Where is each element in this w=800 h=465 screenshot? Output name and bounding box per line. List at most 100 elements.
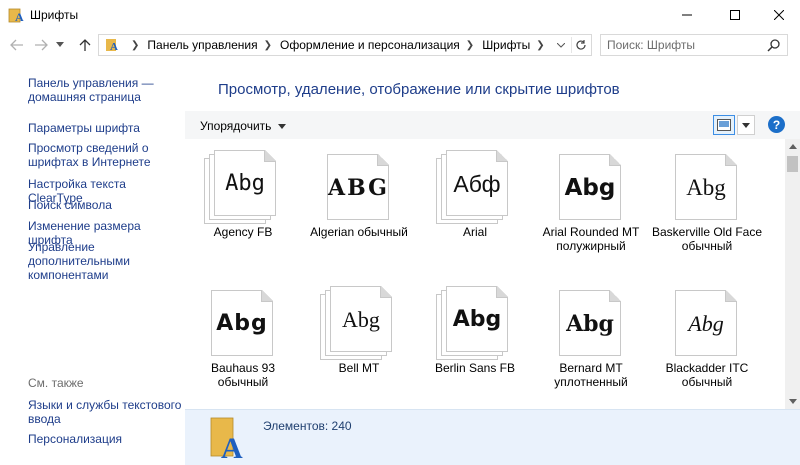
- address-dropdown-button[interactable]: [553, 37, 569, 53]
- font-item[interactable]: Abg Agency FB: [185, 139, 301, 279]
- recent-locations-button[interactable]: [54, 36, 66, 54]
- page-fold: [496, 286, 508, 298]
- forward-button[interactable]: [32, 36, 50, 54]
- fonts-folder-icon: A: [105, 38, 119, 53]
- items-count: Элементов: 240: [263, 419, 352, 433]
- page-fold: [380, 286, 392, 298]
- content-pane: Просмотр, удаление, отображение или скры…: [185, 59, 800, 465]
- page-fold: [261, 290, 273, 302]
- font-item[interactable]: Abg Bernard MT уплотненный: [533, 275, 649, 409]
- page-sheet: Abg: [675, 154, 737, 220]
- page-fold: [377, 154, 389, 166]
- page-fold: [264, 150, 276, 162]
- font-item[interactable]: Абф Arial: [417, 139, 533, 279]
- change-view-button[interactable]: [713, 115, 735, 135]
- font-file-icon: ABG: [320, 150, 396, 226]
- chevron-right-icon[interactable]: ❯: [466, 40, 474, 51]
- details-pane: A Элементов: 240: [185, 409, 800, 465]
- font-file-icon: Abg: [320, 286, 396, 362]
- page-fold: [609, 290, 621, 302]
- page-sheet: Abg: [214, 150, 276, 216]
- font-name: Bauhaus 93 обычный: [210, 361, 276, 389]
- font-file-icon: Abg: [552, 150, 628, 226]
- search-icon[interactable]: [767, 38, 781, 52]
- see-also-heading: См. также: [28, 376, 84, 390]
- font-item[interactable]: Abg Bell MT: [301, 275, 417, 409]
- control-panel-home-link[interactable]: Панель управления — домашняя страница: [28, 76, 183, 104]
- fonts-folder-icon: A: [8, 7, 24, 24]
- page-fold: [609, 154, 621, 166]
- font-name: Baskerville Old Face обычный: [651, 225, 763, 253]
- svg-text:A: A: [110, 41, 118, 52]
- font-name: Bell MT: [338, 361, 380, 375]
- page-sheet: Abg: [446, 286, 508, 352]
- breadcrumb-fonts[interactable]: Шрифты: [482, 38, 530, 52]
- font-item[interactable]: Abg Berlin Sans FB: [417, 275, 533, 409]
- font-item[interactable]: ABG Algerian обычный: [301, 139, 417, 279]
- svg-text:A: A: [15, 10, 24, 23]
- font-item[interactable]: Abg Blackadder ITC обычный: [649, 275, 765, 409]
- font-sample: Abg: [216, 311, 268, 336]
- close-button[interactable]: [756, 0, 800, 30]
- font-name: Arial Rounded MT полужирный: [542, 225, 640, 253]
- search-box[interactable]: [600, 34, 788, 56]
- scroll-down-arrow[interactable]: [785, 394, 800, 409]
- font-settings-link[interactable]: Параметры шрифта: [28, 121, 183, 135]
- find-character-link[interactable]: Поиск символа: [28, 198, 183, 212]
- font-item[interactable]: Abg Bauhaus 93 обычный: [185, 275, 301, 409]
- organize-button[interactable]: Упорядочить: [200, 119, 287, 133]
- personalization-link[interactable]: Персонализация: [28, 432, 183, 446]
- font-sample: Abg: [225, 171, 265, 196]
- font-file-icon: Abg: [668, 150, 744, 226]
- fonts-grid: Abg Agency FB ABG Algerian обычный Абф Arial A…: [185, 139, 785, 409]
- font-sample: Абф: [453, 171, 501, 197]
- chevron-right-icon[interactable]: ❯: [536, 40, 544, 51]
- page-sheet: Abg: [211, 290, 273, 356]
- page-fold: [725, 290, 737, 302]
- svg-text:A: A: [221, 432, 243, 460]
- scroll-thumb[interactable]: [787, 156, 798, 172]
- font-name: Berlin Sans FB: [434, 361, 516, 375]
- font-item[interactable]: Abg Arial Rounded MT полужирный: [533, 139, 649, 279]
- font-sample: Abg: [342, 307, 380, 332]
- font-name: Blackadder ITC обычный: [665, 361, 749, 389]
- font-name: Bernard MT уплотненный: [554, 361, 628, 389]
- window-title: Шрифты: [30, 8, 79, 22]
- organize-label: Упорядочить: [200, 119, 272, 133]
- font-sample: Abg: [566, 311, 614, 337]
- tasks-pane: Панель управления — домашняя страница Па…: [0, 59, 185, 465]
- breadcrumb-appearance[interactable]: Оформление и персонализация: [280, 38, 460, 52]
- search-input[interactable]: [607, 37, 757, 53]
- font-info-online-link[interactable]: Просмотр сведений о шрифтах в Интернете: [28, 141, 183, 169]
- manage-optional-features-link[interactable]: Управление дополнительными компонентами: [28, 240, 183, 282]
- view-options-button[interactable]: [737, 115, 755, 135]
- font-sample: Abg: [564, 175, 616, 201]
- font-file-icon: Abg: [668, 286, 744, 362]
- scroll-up-arrow[interactable]: [785, 139, 800, 154]
- minimize-button[interactable]: [664, 0, 710, 30]
- chevron-right-icon[interactable]: ❯: [264, 40, 272, 51]
- fonts-folder-icon: A: [209, 416, 249, 465]
- text-input-languages-link[interactable]: Языки и службы текстового ввода: [28, 398, 183, 426]
- font-sample: Abg: [688, 311, 724, 336]
- chevron-right-icon[interactable]: ❯: [131, 40, 139, 51]
- breadcrumb-control-panel[interactable]: Панель управления: [147, 38, 257, 52]
- page-fold: [725, 154, 737, 166]
- title-bar: A Шрифты: [0, 0, 800, 31]
- page-sheet: Abg: [330, 286, 392, 352]
- address-bar[interactable]: A ❯ Панель управления ❯ Оформление и пер…: [98, 34, 592, 56]
- font-sample: ABG: [328, 175, 389, 201]
- font-sample: Abg: [452, 307, 502, 332]
- font-item[interactable]: Abg Baskerville Old Face обычный: [649, 139, 765, 279]
- maximize-button[interactable]: [712, 0, 758, 30]
- back-button[interactable]: [8, 36, 26, 54]
- font-sample: Abg: [686, 175, 726, 200]
- vertical-scrollbar[interactable]: [785, 139, 800, 409]
- refresh-button[interactable]: [571, 37, 589, 53]
- page-title: Просмотр, удаление, отображение или скры…: [218, 81, 620, 98]
- page-sheet: Abg: [559, 290, 621, 356]
- up-button[interactable]: [76, 36, 94, 54]
- help-button[interactable]: ?: [768, 116, 785, 133]
- command-bar: Упорядочить ?: [185, 111, 800, 139]
- font-name: Agency FB: [213, 225, 273, 239]
